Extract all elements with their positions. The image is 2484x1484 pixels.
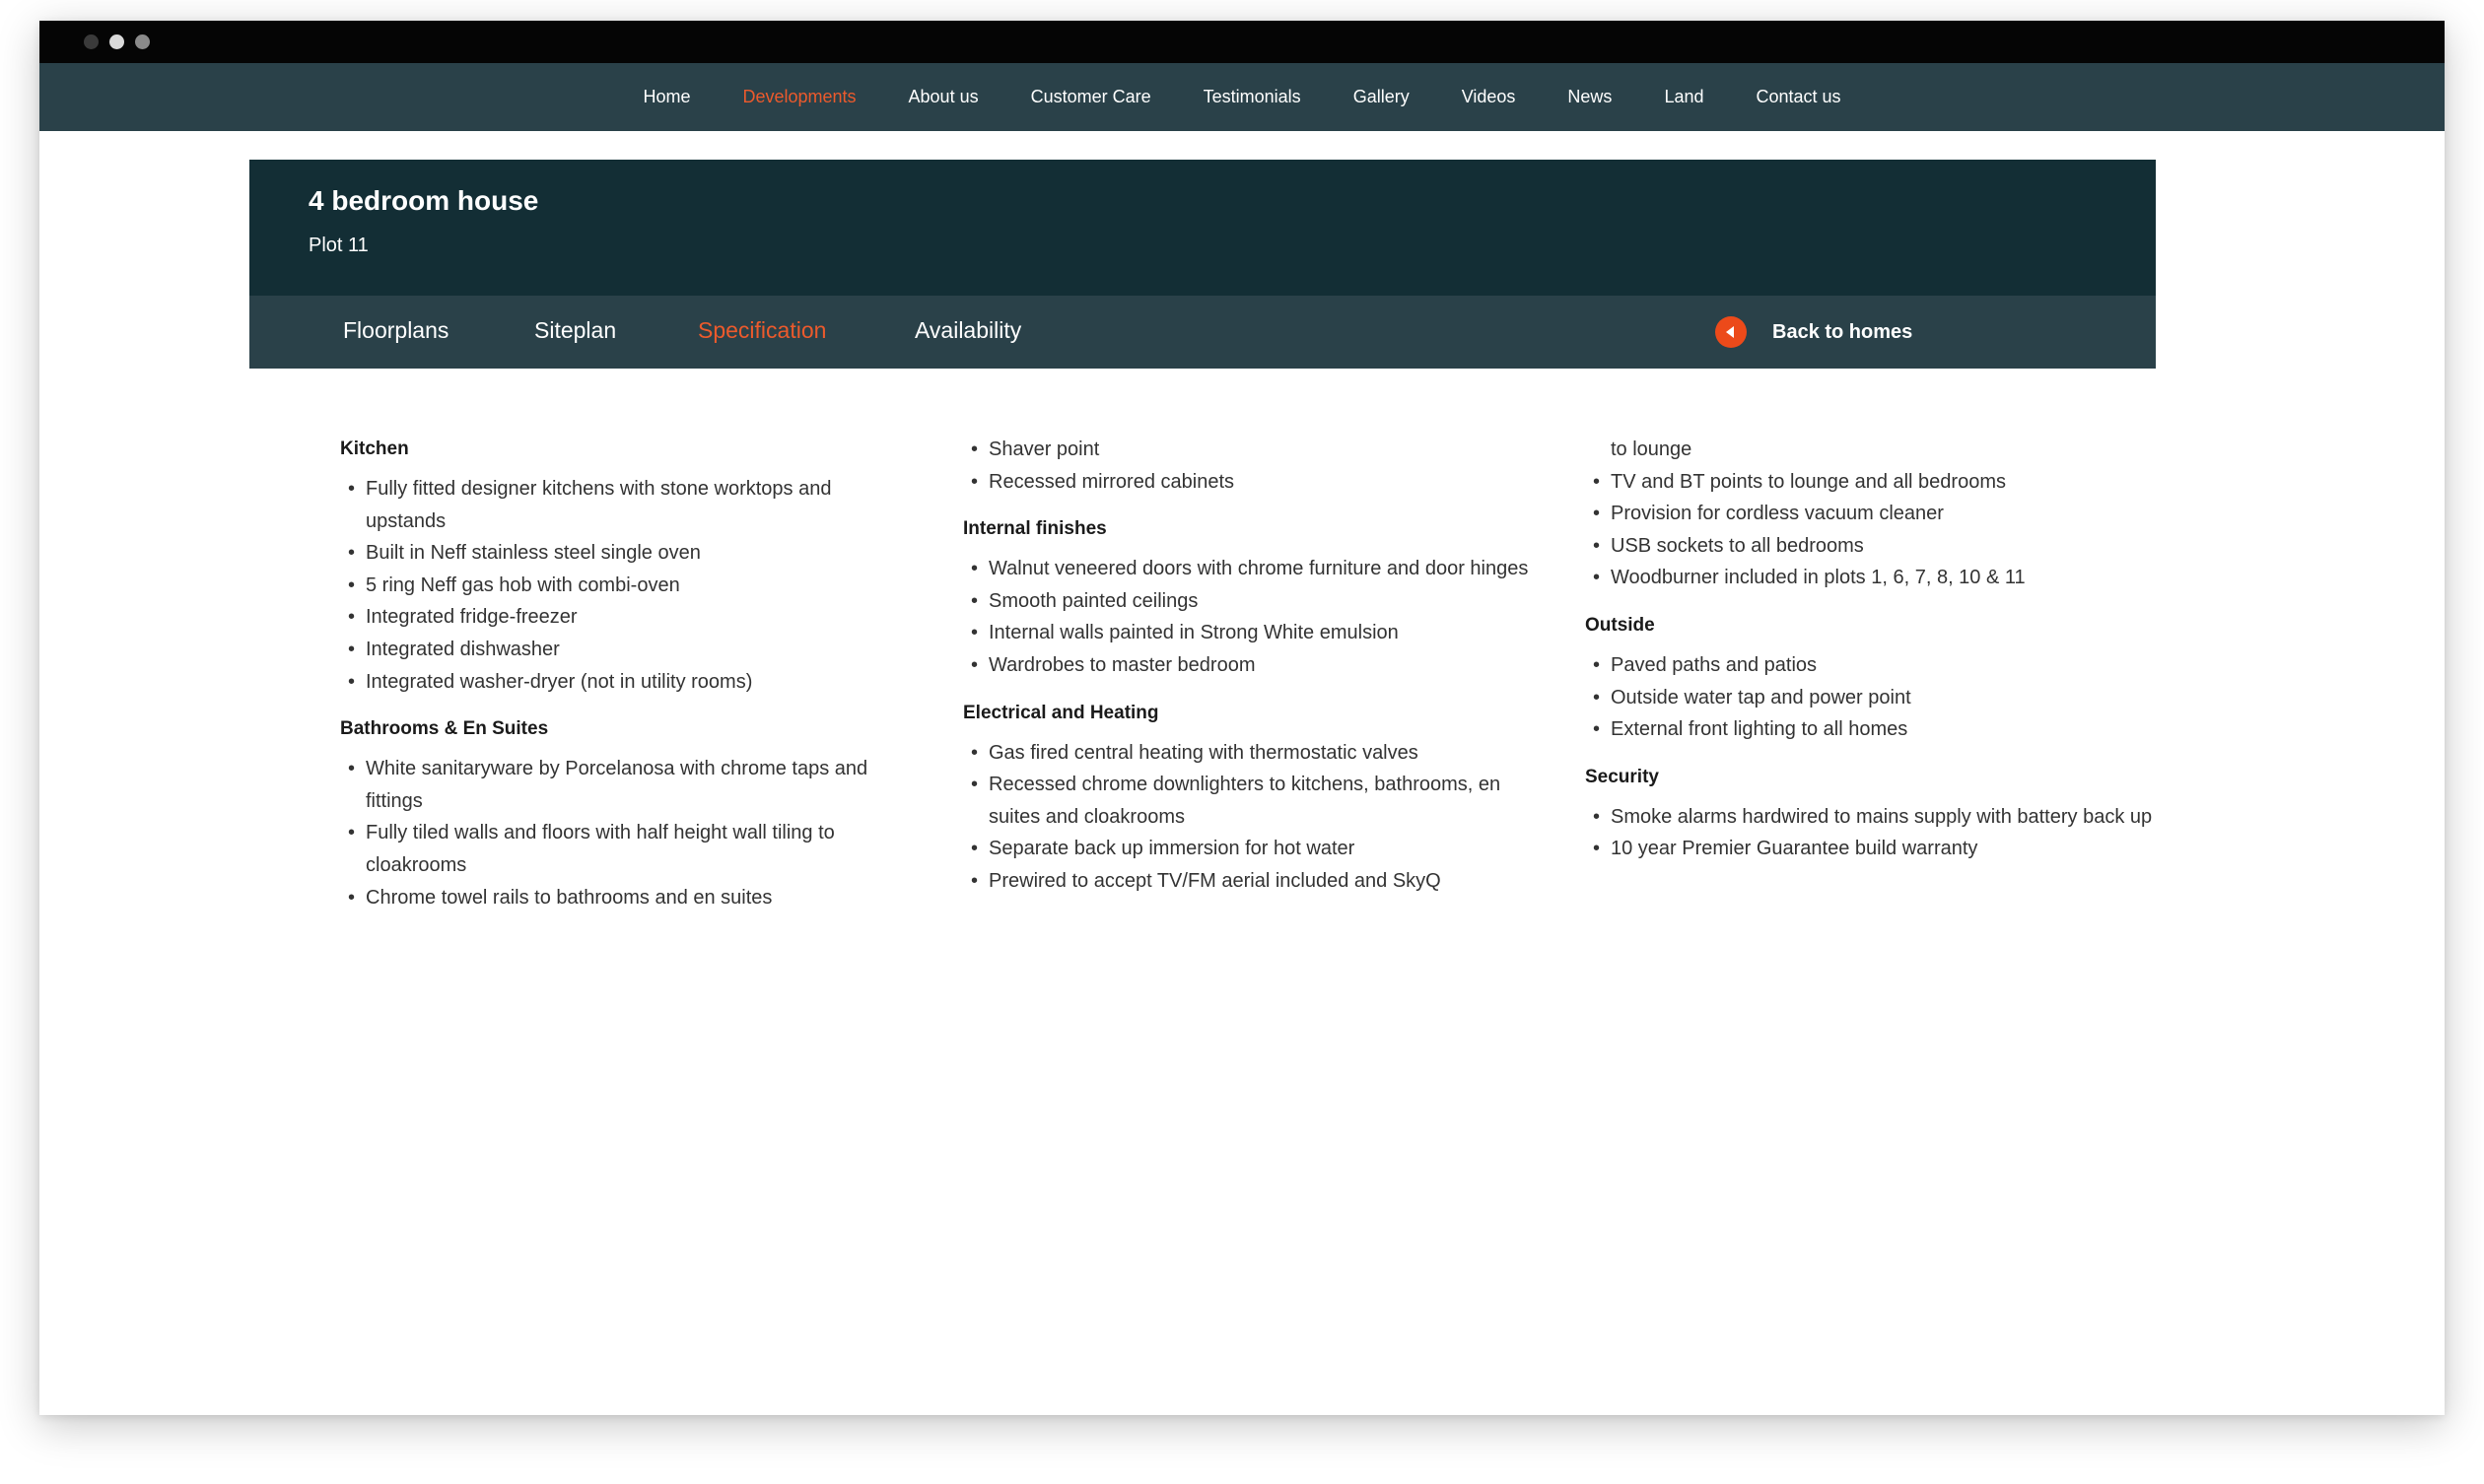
- nav-contact-us[interactable]: Contact us: [1756, 87, 1840, 107]
- outside-list: Paved paths and patios Outside water tap…: [1585, 649, 2157, 746]
- list-item: 5 ring Neff gas hob with combi-oven: [340, 570, 912, 602]
- nav-news[interactable]: News: [1567, 87, 1612, 107]
- list-item: Separate back up immersion for hot water: [963, 833, 1535, 865]
- list-item: Chrome towel rails to bathrooms and en s…: [340, 882, 912, 914]
- list-item: Paved paths and patios: [1585, 649, 2157, 682]
- back-to-homes-label: Back to homes: [1772, 320, 1913, 343]
- nav-home[interactable]: Home: [643, 87, 690, 107]
- list-item: Integrated fridge-freezer: [340, 601, 912, 634]
- section-heading-electrical-heating: Electrical and Heating: [963, 702, 1159, 723]
- list-item: TV and BT points to lounge and all bedro…: [1585, 466, 2157, 499]
- list-item: Fully tiled walls and floors with half h…: [340, 817, 912, 881]
- list-item: External front lighting to all homes: [1585, 713, 2157, 746]
- nav-testimonials[interactable]: Testimonials: [1204, 87, 1301, 107]
- bathrooms-list: White sanitaryware by Porcelanosa with c…: [340, 753, 912, 913]
- tab-siteplan[interactable]: Siteplan: [534, 317, 616, 344]
- tab-availability[interactable]: Availability: [915, 317, 1021, 344]
- kitchen-list: Fully fitted designer kitchens with ston…: [340, 473, 912, 698]
- list-item: Built in Neff stainless steel single ove…: [340, 537, 912, 570]
- tab-floorplans[interactable]: Floorplans: [343, 317, 448, 344]
- list-item: USB sockets to all bedrooms: [1585, 530, 2157, 563]
- window-titlebar: [39, 21, 2445, 63]
- section-heading-outside: Outside: [1585, 614, 1655, 636]
- list-item: Gas fired central heating with thermosta…: [963, 737, 1535, 770]
- nav-videos[interactable]: Videos: [1462, 87, 1516, 107]
- list-item: Recessed chrome downlighters to kitchens…: [963, 769, 1535, 833]
- property-tabs: Floorplans Siteplan Specification Availa…: [249, 296, 2156, 369]
- nav-developments[interactable]: Developments: [742, 87, 856, 107]
- spec-column-3: to lounge TV and BT points to lounge and…: [1585, 434, 2157, 881]
- section-heading-kitchen: Kitchen: [340, 438, 409, 459]
- bathrooms-list-continued: Shaver point Recessed mirrored cabinets: [963, 434, 1535, 498]
- nav-gallery[interactable]: Gallery: [1353, 87, 1410, 107]
- window-close-dot[interactable]: [84, 34, 99, 49]
- nav-about-us[interactable]: About us: [909, 87, 979, 107]
- page-title: 4 bedroom house: [309, 185, 539, 216]
- list-item: Woodburner included in plots 1, 6, 7, 8,…: [1585, 562, 2157, 594]
- nav-land[interactable]: Land: [1664, 87, 1703, 107]
- list-item: Prewired to accept TV/FM aerial included…: [963, 865, 1535, 898]
- section-heading-security: Security: [1585, 766, 1659, 787]
- property-header: 4 bedroom house Plot 11: [249, 160, 2156, 296]
- window-minimize-dot[interactable]: [109, 34, 124, 49]
- security-list: Smoke alarms hardwired to mains supply w…: [1585, 801, 2157, 865]
- internal-finishes-list: Walnut veneered doors with chrome furnit…: [963, 553, 1535, 681]
- list-item: Fully fitted designer kitchens with ston…: [340, 473, 912, 537]
- list-item: Wardrobes to master bedroom: [963, 649, 1535, 682]
- list-item: Smooth painted ceilings: [963, 585, 1535, 618]
- window-maximize-dot[interactable]: [135, 34, 150, 49]
- list-item: Recessed mirrored cabinets: [963, 466, 1535, 499]
- spec-column-1: Kitchen Fully fitted designer kitchens w…: [340, 434, 912, 929]
- electrical-heating-list: Gas fired central heating with thermosta…: [963, 737, 1535, 898]
- back-to-homes-button[interactable]: Back to homes: [1715, 316, 1912, 348]
- list-item: Provision for cordless vacuum cleaner: [1585, 498, 2157, 530]
- spec-column-2: Shaver point Recessed mirrored cabinets …: [963, 434, 1535, 913]
- list-item: Integrated dishwasher: [340, 634, 912, 666]
- list-item: Outside water tap and power point: [1585, 682, 2157, 714]
- list-item-continuation: to lounge: [1611, 438, 1692, 460]
- list-item: White sanitaryware by Porcelanosa with c…: [340, 753, 912, 817]
- list-item: Smoke alarms hardwired to mains supply w…: [1585, 801, 2157, 834]
- section-heading-bathrooms: Bathrooms & En Suites: [340, 718, 549, 740]
- back-arrow-icon: [1715, 316, 1747, 348]
- plot-subtitle: Plot 11: [309, 235, 369, 256]
- nav-customer-care[interactable]: Customer Care: [1031, 87, 1151, 107]
- list-item: Walnut veneered doors with chrome furnit…: [963, 553, 1535, 585]
- tab-specification[interactable]: Specification: [698, 317, 826, 344]
- list-item: Internal walls painted in Strong White e…: [963, 617, 1535, 649]
- section-heading-internal-finishes: Internal finishes: [963, 518, 1107, 540]
- list-item: 10 year Premier Guarantee build warranty: [1585, 833, 2157, 865]
- list-item: Integrated washer-dryer (not in utility …: [340, 666, 912, 699]
- electrical-heating-list-continued: to lounge TV and BT points to lounge and…: [1585, 434, 2157, 594]
- main-navigation: Home Developments About us Customer Care…: [39, 63, 2445, 131]
- list-item: Shaver point: [963, 434, 1535, 466]
